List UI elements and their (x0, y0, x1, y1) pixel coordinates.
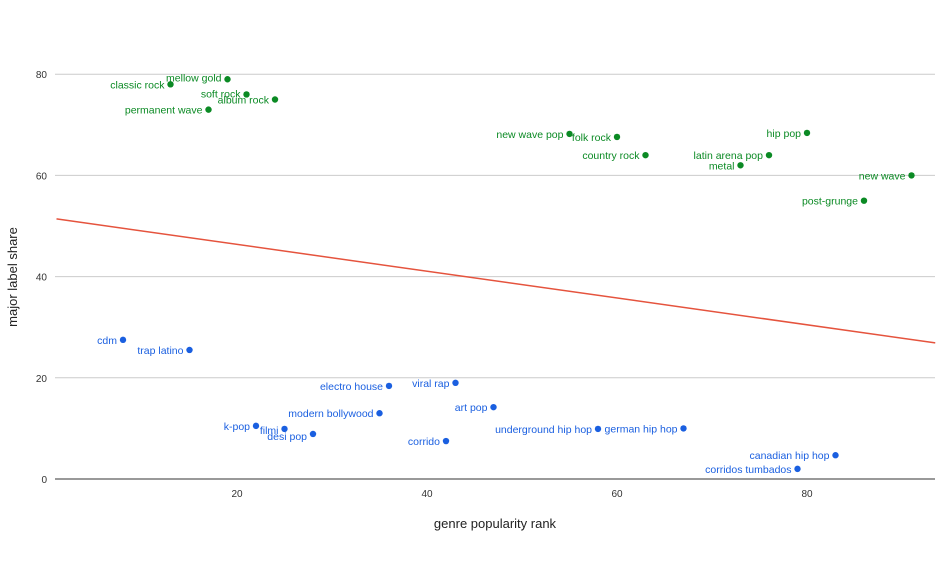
point-label: german hip hop (605, 423, 678, 435)
data-point: classic rock (110, 79, 174, 91)
data-point: k-pop (224, 421, 260, 433)
data-point: corrido (408, 436, 450, 448)
point-label: k-pop (224, 421, 250, 433)
data-point: modern bollywood (288, 408, 383, 420)
data-point: electro house (320, 381, 393, 393)
point-marker (205, 106, 212, 113)
y-tick-label: 80 (36, 70, 48, 81)
point-marker (186, 346, 193, 354)
point-label: new wave pop (496, 129, 563, 141)
point-marker (908, 172, 915, 179)
point-label: post-grunge (802, 196, 858, 208)
y-tick-label: 20 (36, 374, 48, 385)
x-axis-ticks: 20 40 60 80 (231, 489, 813, 500)
point-label: hip pop (767, 128, 802, 140)
point-marker (803, 129, 811, 137)
data-point: art pop (455, 402, 497, 414)
point-marker (680, 425, 687, 432)
point-label: new wave (859, 170, 906, 182)
x-axis-label: genre popularity rank (434, 516, 557, 531)
data-point: corridos tumbados (705, 464, 801, 476)
point-marker (224, 76, 231, 83)
point-marker (613, 133, 621, 141)
point-label: corridos tumbados (705, 464, 791, 476)
point-marker (765, 151, 773, 159)
point-label: canadian hip hop (750, 450, 830, 462)
x-tick-label: 80 (801, 489, 813, 500)
point-marker (794, 465, 801, 473)
x-tick-label: 60 (611, 489, 623, 500)
point-label: cdm (97, 335, 117, 347)
data-point: permanent wave (125, 105, 212, 117)
point-marker (385, 382, 393, 390)
point-label: underground hip hop (495, 424, 592, 436)
point-label: classic rock (110, 79, 165, 91)
point-label: viral rap (412, 378, 450, 390)
y-axis-label: major label share (5, 227, 20, 327)
point-marker (642, 151, 649, 159)
trend-line (56, 218, 936, 344)
data-point: viral rap (412, 378, 459, 390)
point-label: album rock (218, 95, 270, 107)
y-axis-ticks: 0 20 40 60 80 (36, 70, 48, 486)
point-marker (309, 430, 317, 438)
point-label: permanent wave (125, 105, 203, 117)
data-point: trap latino (137, 345, 193, 357)
data-point: post-grunge (802, 196, 868, 208)
point-marker (832, 452, 839, 459)
data-point: hip pop (767, 128, 811, 140)
point-label: desi pop (267, 431, 307, 443)
point-marker (376, 410, 383, 417)
data-points: mellow goldclassic rocksoft rockalbum ro… (97, 72, 915, 476)
x-tick-label: 40 (421, 489, 433, 500)
data-point: new wave pop (496, 129, 573, 141)
point-marker (860, 197, 868, 204)
point-label: trap latino (137, 345, 183, 357)
data-point: canadian hip hop (750, 450, 839, 462)
data-point: cdm (97, 335, 127, 347)
point-marker (452, 379, 459, 387)
data-point: country rock (582, 150, 649, 162)
gridlines (55, 73, 935, 480)
point-label: modern bollywood (288, 408, 373, 420)
point-label: metal (709, 160, 735, 172)
y-tick-label: 40 (36, 273, 48, 284)
point-marker (594, 425, 602, 433)
point-marker (252, 422, 260, 430)
point-label: folk rock (572, 132, 612, 144)
data-point: german hip hop (605, 423, 687, 435)
point-label: corrido (408, 436, 440, 448)
data-point: new wave (859, 170, 915, 182)
point-label: art pop (455, 402, 488, 414)
data-point: underground hip hop (495, 424, 602, 436)
x-tick-label: 20 (231, 489, 243, 500)
point-label: mellow gold (166, 72, 222, 84)
y-tick-label: 60 (36, 171, 48, 182)
data-point: desi pop (267, 430, 317, 443)
point-marker (119, 336, 127, 344)
point-label: electro house (320, 381, 383, 393)
point-marker (167, 81, 174, 88)
point-marker (442, 437, 450, 445)
scatter-chart: 0 20 40 60 80 20 40 60 80 mellow goldclassic ro… (5, 70, 936, 531)
data-point: album rock (218, 95, 279, 107)
point-label: country rock (582, 150, 640, 162)
data-point: folk rock (572, 132, 621, 144)
data-point: mellow gold (166, 72, 231, 84)
point-marker (271, 96, 279, 103)
point-marker (737, 162, 744, 169)
y-tick-label: 0 (41, 475, 47, 486)
point-marker (490, 403, 497, 411)
